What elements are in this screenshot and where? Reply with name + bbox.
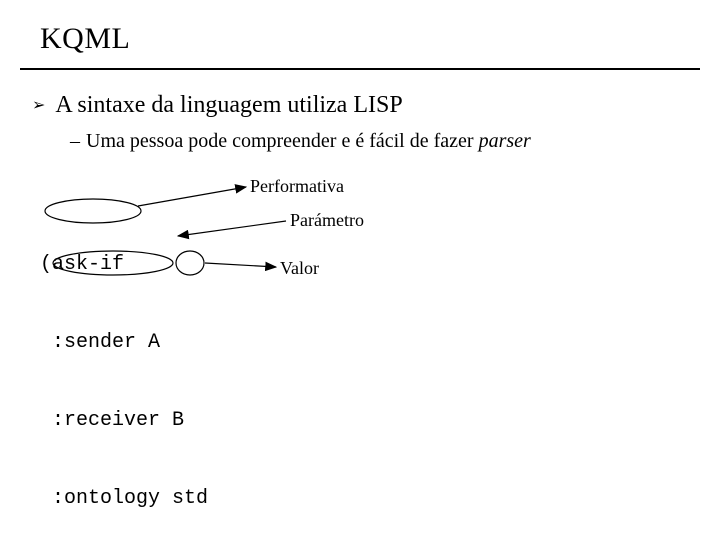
annotation-performativa: Performativa: [250, 176, 344, 197]
bullet-text: A sintaxe da linguagem utiliza LISP: [55, 92, 402, 119]
sub-bullet-text: Uma pessoa pode compreender e é fácil de…: [86, 130, 531, 153]
code-line-2: :sender A: [40, 330, 424, 356]
dash-icon: –: [70, 130, 80, 153]
slide: KQML ➢ A sintaxe da linguagem utiliza LI…: [0, 0, 720, 540]
sub-bullet-plain: Uma pessoa pode compreender e é fácil de…: [86, 130, 479, 152]
code-block: (ask-if :sender A :receiver B :ontology …: [40, 200, 424, 540]
bullet-item: ➢ A sintaxe da linguagem utiliza LISP: [32, 92, 403, 120]
sub-bullet-italic: parser: [479, 130, 531, 152]
code-line-1: (ask-if: [40, 252, 424, 278]
code-line-3: :receiver B: [40, 408, 424, 434]
code-line-4: :ontology std: [40, 486, 424, 512]
sub-bullet-item: – Uma pessoa pode compreender e é fácil …: [70, 130, 531, 153]
bullet-glyph-icon: ➢: [32, 92, 45, 120]
page-title: KQML: [40, 22, 130, 56]
title-underline: [20, 68, 700, 70]
